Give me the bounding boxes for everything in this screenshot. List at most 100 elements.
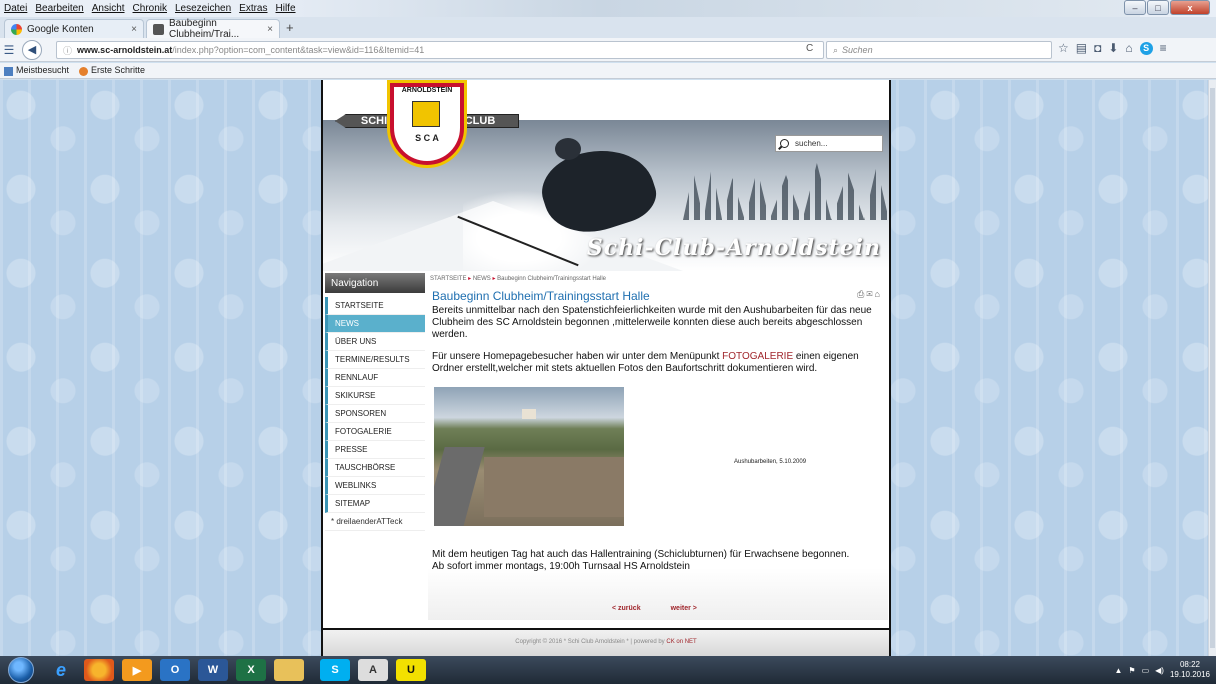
nav-item-presse[interactable]: PRESSE	[325, 441, 425, 459]
word-icon[interactable]: W	[198, 659, 228, 681]
breadcrumb-startseite[interactable]: STARTSEITE	[430, 276, 466, 282]
internet-explorer-icon[interactable]: e	[46, 659, 76, 681]
minimize-button[interactable]: –	[1124, 0, 1146, 15]
breadcrumb-news[interactable]: NEWS	[473, 276, 491, 282]
new-tab-button[interactable]: +	[286, 20, 294, 35]
nav-item-startseite[interactable]: STARTSEITE	[325, 297, 425, 315]
media-player-icon[interactable]: ▶	[122, 659, 152, 681]
reload-icon[interactable]: C	[806, 43, 813, 54]
logo-bottom-text: S C A	[415, 133, 439, 143]
ultraedit-icon[interactable]: U	[396, 659, 426, 681]
bookmark-meistbesucht[interactable]: Meistbesucht	[4, 65, 70, 76]
url-path: /index.php?option=com_content&task=view&…	[172, 45, 425, 55]
menu-icon[interactable]: ≡	[1160, 41, 1167, 55]
bookmark-star-icon[interactable]: ☆	[1058, 41, 1069, 55]
breadcrumb-separator-icon: ▸	[468, 276, 472, 282]
bookmark-erste-schritte[interactable]: Erste Schritte	[79, 65, 146, 76]
bookmark-label: Erste Schritte	[91, 65, 146, 76]
nav-item-weblinks[interactable]: WEBLINKS	[325, 477, 425, 495]
system-clock[interactable]: 08:22 19.10.2016	[1170, 660, 1210, 680]
pocket-icon[interactable]: ◘	[1094, 41, 1101, 55]
back-button[interactable]: ◀	[22, 39, 42, 60]
start-button[interactable]	[8, 657, 34, 683]
navigation-panel: Navigation STARTSEITE NEWS ÜBER UNS TERM…	[325, 273, 425, 531]
menu-datei[interactable]: Datei	[0, 3, 31, 14]
menu-lesezeichen[interactable]: Lesezeichen	[171, 3, 235, 14]
maximize-button[interactable]: □	[1147, 0, 1169, 15]
nav-item-ueber-uns[interactable]: ÜBER UNS	[325, 333, 425, 351]
download-icon[interactable]: ⬇	[1108, 41, 1118, 55]
article-body: Bereits unmittelbar nach den Spatenstich…	[432, 305, 882, 375]
paragraph-line: Ab sofort immer montags, 19:00h Turnsaal…	[432, 561, 690, 572]
bookmark-label: Meistbesucht	[16, 65, 70, 76]
home-icon[interactable]: ⌂	[1125, 41, 1132, 55]
nav-item-sponsoren[interactable]: SPONSOREN	[325, 405, 425, 423]
vertical-scrollbar[interactable]	[1208, 80, 1216, 656]
outlook-icon[interactable]: O	[160, 659, 190, 681]
acrobat-icon[interactable]: A	[358, 659, 388, 681]
firefox-menu-icon[interactable]: ☰	[0, 41, 18, 59]
search-icon: ⌕	[833, 44, 839, 55]
site-container: Schi-Club-Arnoldstein SCHI CLUB ARNOLDST…	[321, 80, 891, 656]
prev-link[interactable]: < zurück	[612, 605, 641, 612]
nav-item-sitemap[interactable]: SITEMAP	[325, 495, 425, 513]
flag-icon[interactable]: ⚑	[1128, 666, 1135, 675]
window-controls: – □ x	[1124, 0, 1210, 15]
file-explorer-icon[interactable]	[274, 659, 304, 681]
excel-icon[interactable]: X	[236, 659, 266, 681]
site-footer: Copyright © 2016 * Schi Club Arnoldstein…	[323, 628, 889, 656]
nav-item-news[interactable]: NEWS	[325, 315, 425, 333]
fotogalerie-link[interactable]: FOTOGALERIE	[722, 351, 793, 362]
title-strip	[240, 0, 1140, 17]
footer-text: Copyright © 2016 * Schi Club Arnoldstein…	[515, 639, 667, 645]
site-favicon-icon	[153, 23, 164, 35]
nav-item-dreilaenderatteck[interactable]: * dreilaenderATTeck	[325, 513, 425, 531]
scrollbar-thumb[interactable]	[1210, 88, 1215, 648]
menu-extras[interactable]: Extras	[235, 3, 271, 14]
nav-item-tauschboerse[interactable]: TAUSCHBÖRSE	[325, 459, 425, 477]
skype-icon[interactable]: S	[1139, 41, 1153, 55]
close-tab-icon[interactable]: ×	[267, 24, 273, 35]
article-paragraph-3: Mit dem heutigen Tag hat auch das Hallen…	[432, 549, 849, 573]
pdf-print-email-icons[interactable]: ⎙✉⌂	[857, 289, 882, 300]
menu-hilfe[interactable]: Hilfe	[272, 3, 300, 14]
footer-link[interactable]: CK on NET	[666, 639, 696, 645]
menu-chronik[interactable]: Chronik	[129, 3, 171, 14]
site-search-input[interactable]: suchen...	[775, 135, 883, 152]
nav-item-fotogalerie[interactable]: FOTOGALERIE	[325, 423, 425, 441]
skier-helmet	[555, 138, 581, 160]
close-tab-icon[interactable]: ×	[131, 24, 137, 35]
url-bar[interactable]: ⓘ www.sc-arnoldstein.at /index.php?optio…	[56, 41, 824, 59]
toolbar-icons: ☆ ▤ ◘ ⬇ ⌂ S ≡	[1058, 41, 1167, 55]
show-hidden-icons-icon[interactable]: ▲	[1114, 666, 1122, 675]
skype-taskbar-icon[interactable]: S	[320, 659, 350, 681]
paragraph-text: Für unsere Homepagebesucher haben wir un…	[432, 351, 723, 362]
nav-item-rennlauf[interactable]: RENNLAUF	[325, 369, 425, 387]
info-icon[interactable]: ⓘ	[63, 44, 72, 57]
url-host: www.sc-arnoldstein.at	[77, 45, 173, 55]
close-window-button[interactable]: x	[1170, 0, 1210, 15]
clock-time: 08:22	[1179, 660, 1200, 669]
nav-item-skikurse[interactable]: SKIKURSE	[325, 387, 425, 405]
article-paragraph-1: Bereits unmittelbar nach den Spatenstich…	[432, 305, 872, 340]
system-tray: ▲ ⚑ ▭ ◀) 08:22 19.10.2016	[1114, 660, 1210, 680]
tab-label: Google Konten	[27, 23, 94, 35]
bookmarks-list-icon[interactable]: ▤	[1076, 41, 1087, 55]
tab-baubeginn[interactable]: Baubeginn Clubheim/Trai... ×	[146, 18, 280, 40]
club-logo[interactable]: SCHI CLUB ARNOLDSTEIN S C A	[335, 80, 519, 170]
next-link[interactable]: weiter >	[671, 605, 697, 612]
browser-search-input[interactable]: ⌕ Suchen	[826, 41, 1052, 59]
photo-excavation	[484, 457, 624, 517]
network-icon[interactable]: ▭	[1142, 666, 1150, 675]
firefox-taskbar-icon[interactable]	[84, 659, 114, 681]
nav-item-termine-results[interactable]: TERMINE/RESULTS	[325, 351, 425, 369]
windows-taskbar: e ▶ O W X S A U ▲ ⚑ ▭ ◀) 08:22 19.10.201…	[0, 656, 1216, 684]
menu-bearbeiten[interactable]: Bearbeiten	[31, 3, 87, 14]
tab-google-konten[interactable]: Google Konten ×	[4, 19, 144, 38]
browser-menubar: Datei Bearbeiten Ansicht Chronik Lesezei…	[0, 0, 1216, 17]
menu-ansicht[interactable]: Ansicht	[88, 3, 129, 14]
volume-icon[interactable]: ◀)	[1155, 666, 1164, 675]
breadcrumb-separator-icon: ▸	[492, 276, 496, 282]
construction-photo	[434, 387, 624, 526]
tower-icon	[412, 101, 440, 127]
